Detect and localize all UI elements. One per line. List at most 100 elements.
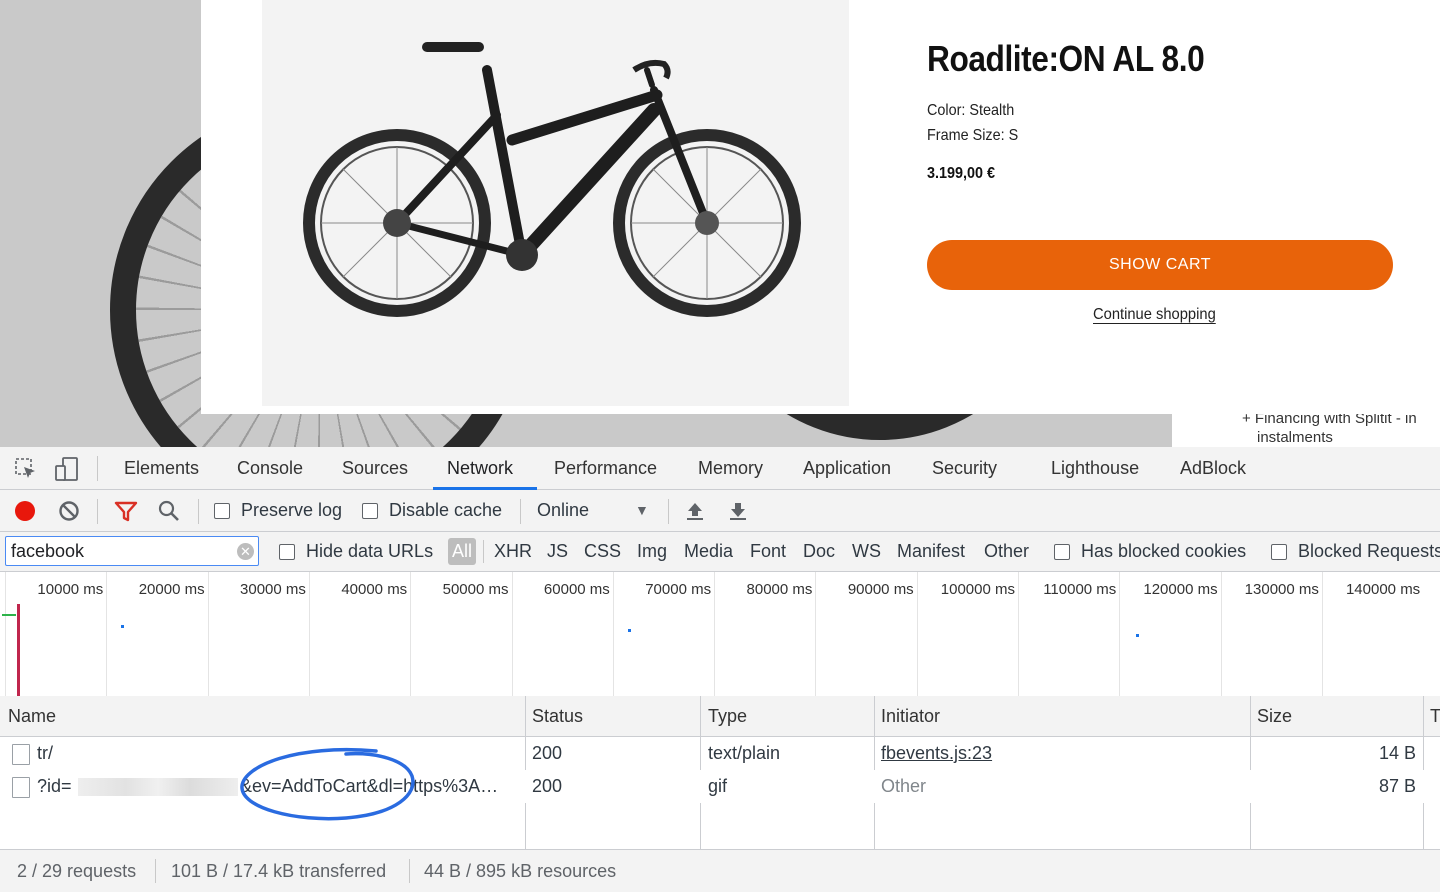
- timeline-load-marker: [2, 614, 16, 616]
- timeline-grid-column: 10000 ms: [5, 572, 107, 696]
- inspect-element-icon[interactable]: [14, 457, 38, 486]
- product-price: 3.199,00 €: [927, 165, 996, 182]
- network-overview-timeline[interactable]: 10000 ms 20000 ms 30000 ms 40000 ms 50000 ms…: [0, 572, 1440, 697]
- filter-type-all[interactable]: All: [448, 538, 477, 565]
- timeline-request-dot: [1136, 634, 1139, 637]
- timeline-grid-column: 50000 ms: [410, 572, 512, 696]
- table-row[interactable]: ?id= &ev=AddToCart&dl=https%3A… 200 gif …: [0, 770, 1440, 803]
- tab-console[interactable]: Console: [237, 447, 303, 490]
- tab-adblock[interactable]: AdBlock: [1180, 447, 1246, 490]
- timeline-grid-column: 140000 ms: [1321, 572, 1424, 696]
- blocked-requests-checkbox[interactable]: [1271, 544, 1287, 560]
- preserve-log-label: Preserve log: [241, 500, 343, 520]
- product-frame-size: Frame Size: S: [927, 127, 1019, 144]
- request-status: 200: [532, 743, 563, 763]
- timeline-tick-label: 140000 ms: [1345, 581, 1421, 598]
- hide-data-urls-checkbox[interactable]: [279, 544, 295, 560]
- tab-security[interactable]: Security: [932, 447, 997, 490]
- tab-sources[interactable]: Sources: [342, 447, 408, 490]
- tab-elements[interactable]: Elements: [124, 447, 199, 490]
- chevron-down-icon[interactable]: ▼: [635, 502, 649, 518]
- tab-memory[interactable]: Memory: [698, 447, 763, 490]
- hide-data-urls-label: Hide data URLs: [306, 541, 434, 561]
- network-filterbar: facebook ✕ Hide data URLs All XHR JS CSS…: [0, 532, 1440, 572]
- timeline-tick-label: 20000 ms: [138, 581, 205, 598]
- request-initiator: Other: [881, 776, 927, 796]
- request-initiator-link[interactable]: fbevents.js:23: [881, 743, 992, 764]
- clear-filter-icon[interactable]: ✕: [237, 543, 254, 560]
- column-header-size[interactable]: Size: [1251, 696, 1424, 737]
- filter-input[interactable]: facebook ✕: [5, 536, 259, 566]
- timeline-tick-label: 40000 ms: [341, 581, 408, 598]
- request-name[interactable]: tr/: [37, 743, 53, 764]
- filter-type-media[interactable]: Media: [684, 541, 733, 562]
- clear-icon[interactable]: [58, 500, 80, 527]
- export-har-icon[interactable]: [727, 500, 749, 527]
- record-icon[interactable]: [15, 501, 35, 521]
- timeline-dom-marker: [17, 604, 20, 696]
- preserve-log-checkbox[interactable]: [214, 503, 230, 519]
- request-size: 87 B: [1378, 776, 1416, 796]
- throttling-select[interactable]: Online: [537, 500, 589, 521]
- request-type: text/plain: [708, 743, 781, 763]
- filter-type-doc[interactable]: Doc: [803, 541, 835, 562]
- filter-icon[interactable]: [114, 500, 138, 527]
- timeline-tick-label: 60000 ms: [543, 581, 610, 598]
- timeline-request-dot: [628, 629, 631, 632]
- timeline-tick-label: 50000 ms: [442, 581, 509, 598]
- timeline-grid-column: 110000 ms: [1018, 572, 1120, 696]
- timeline-grid-column: 60000 ms: [511, 572, 614, 696]
- timeline-grid-column: 40000 ms: [308, 572, 411, 696]
- import-har-icon[interactable]: [684, 500, 706, 527]
- filter-type-other[interactable]: Other: [984, 541, 1029, 562]
- redacted-id: [78, 778, 238, 796]
- timeline-grid-column: 100000 ms: [916, 572, 1019, 696]
- table-row[interactable]: tr/ 200 text/plain fbevents.js:23 14 B: [0, 737, 1440, 770]
- network-status-bar: 2 / 29 requests 101 B / 17.4 kB transfer…: [0, 849, 1440, 892]
- blocked-requests-label: Blocked Requests: [1298, 541, 1440, 561]
- product-title: Roadlite:ON AL 8.0: [927, 38, 1205, 79]
- timeline-tick-label: 80000 ms: [746, 581, 813, 598]
- filter-type-xhr[interactable]: XHR: [494, 541, 532, 562]
- tab-application[interactable]: Application: [803, 447, 891, 490]
- column-header-type[interactable]: Type: [701, 696, 875, 737]
- financing-text: + Financing with Splitit - in instalment…: [1242, 410, 1417, 446]
- tab-performance[interactable]: Performance: [554, 447, 657, 490]
- disable-cache-checkbox[interactable]: [362, 503, 378, 519]
- tab-network[interactable]: Network: [447, 447, 513, 490]
- timeline-grid-column: 20000 ms: [106, 572, 208, 696]
- product-image: [262, 0, 849, 406]
- filter-type-font[interactable]: Font: [750, 541, 786, 562]
- show-cart-button[interactable]: SHOW CART: [927, 240, 1393, 290]
- timeline-request-dot: [121, 625, 124, 628]
- web-page: + Financing with Splitit - in instalment…: [0, 0, 1440, 447]
- requests-table: Name Status Type Initiator Size T tr/ 20…: [0, 696, 1440, 849]
- timeline-tick-label: 10000 ms: [37, 581, 104, 598]
- request-name-prefix[interactable]: ?id=: [37, 776, 72, 797]
- file-icon: [12, 777, 30, 798]
- request-type: gif: [708, 776, 728, 796]
- timeline-grid-column: 80000 ms: [714, 572, 816, 696]
- timeline-grid-column: 90000 ms: [815, 572, 917, 696]
- filter-type-img[interactable]: Img: [637, 541, 667, 562]
- tab-lighthouse[interactable]: Lighthouse: [1051, 447, 1139, 490]
- timeline-tick-label: 120000 ms: [1143, 581, 1218, 598]
- timeline-tick-label: 130000 ms: [1244, 581, 1319, 598]
- continue-shopping-link[interactable]: Continue shopping: [1093, 306, 1216, 324]
- column-header-status[interactable]: Status: [526, 696, 701, 737]
- file-icon: [12, 744, 30, 765]
- filter-type-ws[interactable]: WS: [852, 541, 881, 562]
- devtools-panel: Elements Console Sources Network Perform…: [0, 447, 1440, 892]
- column-header-initiator[interactable]: Initiator: [875, 696, 1251, 737]
- has-blocked-cookies-checkbox[interactable]: [1054, 544, 1070, 560]
- resources-size: 44 B / 895 kB resources: [424, 861, 617, 881]
- filter-input-value: facebook: [11, 541, 85, 561]
- column-header-time[interactable]: T: [1424, 696, 1440, 737]
- filter-type-js[interactable]: JS: [547, 541, 568, 562]
- cart-modal: Roadlite:ON AL 8.0 Color: Stealth Frame …: [201, 0, 1440, 414]
- filter-type-manifest[interactable]: Manifest: [897, 541, 965, 562]
- column-header-name[interactable]: Name: [0, 696, 526, 737]
- search-icon[interactable]: [157, 499, 181, 528]
- filter-type-css[interactable]: CSS: [584, 541, 621, 562]
- device-toolbar-icon[interactable]: [54, 456, 80, 487]
